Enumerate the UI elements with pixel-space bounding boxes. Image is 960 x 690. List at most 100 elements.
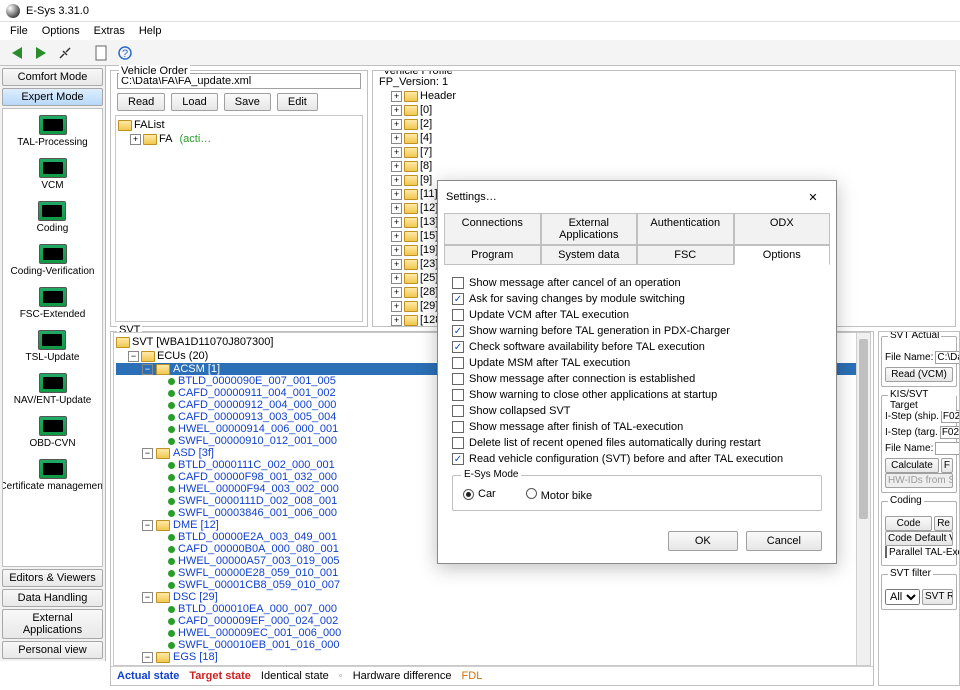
expand-icon[interactable]: + — [391, 105, 402, 116]
close-icon[interactable]: ✕ — [798, 187, 828, 207]
collapse-icon[interactable]: − — [142, 520, 153, 531]
read-vcm-button[interactable]: Read (VCM) — [885, 367, 953, 382]
expand-icon[interactable]: + — [391, 133, 402, 144]
menu-file[interactable]: File — [4, 24, 34, 38]
sidebar-item-nav-ent-update[interactable]: NAV/ENT-Update — [14, 373, 92, 406]
sidebar-data-handling[interactable]: Data Handling — [2, 589, 103, 607]
sidebar-external-applications[interactable]: External Applications — [2, 609, 103, 639]
collapse-icon[interactable]: − — [142, 448, 153, 459]
back-button[interactable] — [6, 42, 28, 64]
vp-node[interactable]: +[2] — [379, 117, 949, 131]
ecu-item[interactable]: HWEL_000009EC_001_006_000 — [116, 627, 868, 639]
vo-save-button[interactable]: Save — [224, 93, 271, 111]
vo-load-button[interactable]: Load — [171, 93, 217, 111]
ecu-item[interactable]: SWFL_000010EB_001_016_000 — [116, 639, 868, 651]
vp-node[interactable]: +Header — [379, 89, 949, 103]
ecu-item[interactable]: SWFL_00000E28_059_010_001 — [116, 567, 868, 579]
option-checkbox-9[interactable] — [452, 421, 464, 433]
tab-odx[interactable]: ODX — [734, 213, 831, 245]
expand-icon[interactable]: + — [391, 119, 402, 130]
code-default-button[interactable]: Code Default V — [885, 531, 953, 546]
vo-edit-button[interactable]: Edit — [277, 93, 318, 111]
ecu-item[interactable]: SWFL_00001CB8_059_010_007 — [116, 579, 868, 591]
option-checkbox-11[interactable] — [452, 453, 464, 465]
mode-radio-motor-bike[interactable] — [526, 488, 537, 499]
ok-button[interactable]: OK — [668, 531, 738, 551]
menu-options[interactable]: Options — [36, 24, 86, 38]
sidebar-item-coding-verification[interactable]: Coding-Verification — [11, 244, 95, 277]
expand-icon[interactable]: + — [391, 287, 402, 298]
sidebar-comfort-mode[interactable]: Comfort Mode — [2, 68, 103, 86]
expand-icon[interactable]: + — [391, 91, 402, 102]
vp-root[interactable]: FP_Version: 1 — [379, 75, 949, 89]
option-checkbox-2[interactable] — [452, 309, 464, 321]
ecu-group[interactable]: −DSC [29] — [116, 591, 868, 603]
vp-node[interactable]: +[0] — [379, 103, 949, 117]
option-checkbox-6[interactable] — [452, 373, 464, 385]
tab-authentication[interactable]: Authentication — [637, 213, 734, 245]
svt-actual-filename-input[interactable] — [935, 351, 960, 364]
f-button[interactable]: F — [941, 458, 953, 473]
expand-icon[interactable]: + — [391, 217, 402, 228]
tab-system-data[interactable]: System data — [541, 245, 638, 265]
option-checkbox-5[interactable] — [452, 357, 464, 369]
vp-node[interactable]: +[4] — [379, 131, 949, 145]
sidebar-expert-mode[interactable]: Expert Mode — [2, 88, 103, 106]
sidebar-item-certificate-management[interactable]: Certificate management — [2, 459, 103, 492]
expand-icon[interactable]: + — [391, 273, 402, 284]
menu-extras[interactable]: Extras — [88, 24, 131, 38]
expand-icon[interactable]: + — [391, 161, 402, 172]
expand-icon[interactable]: + — [391, 175, 402, 186]
menu-help[interactable]: Help — [133, 24, 168, 38]
tab-program[interactable]: Program — [444, 245, 541, 265]
ecu-item[interactable]: CAFD_000009EF_000_024_002 — [116, 615, 868, 627]
vo-read-button[interactable]: Read — [117, 93, 165, 111]
svt-filter-select[interactable]: All — [885, 589, 920, 605]
option-checkbox-7[interactable] — [452, 389, 464, 401]
re-button[interactable]: Re — [934, 516, 953, 531]
expand-icon[interactable]: + — [391, 315, 402, 326]
parallel-tal-checkbox[interactable] — [885, 546, 887, 558]
option-checkbox-4[interactable] — [452, 341, 464, 353]
ecu-group[interactable]: −EGS [18] — [116, 651, 868, 663]
sidebar-item-vcm[interactable]: VCM — [39, 158, 67, 191]
istep-targ-input[interactable] — [940, 426, 960, 439]
collapse-icon[interactable]: − — [142, 364, 153, 375]
kis-filename-input[interactable] — [935, 442, 960, 455]
option-checkbox-3[interactable] — [452, 325, 464, 337]
tab-fsc[interactable]: FSC — [637, 245, 734, 265]
collapse-icon[interactable]: − — [128, 351, 139, 362]
mode-radio-car[interactable] — [463, 489, 474, 500]
option-checkbox-0[interactable] — [452, 277, 464, 289]
collapse-icon[interactable]: − — [142, 592, 153, 603]
option-checkbox-8[interactable] — [452, 405, 464, 417]
connect-button[interactable] — [54, 42, 76, 64]
expand-icon[interactable]: + — [391, 203, 402, 214]
code-button[interactable]: Code — [885, 516, 932, 531]
expand-icon[interactable]: + — [391, 301, 402, 312]
sidebar-item-fsc-extended[interactable]: FSC-Extended — [20, 287, 86, 320]
fa-tree[interactable]: FAList +FA (acti… — [115, 115, 363, 322]
expand-icon[interactable]: + — [391, 245, 402, 256]
sidebar-item-coding[interactable]: Coding — [37, 201, 69, 234]
tab-connections[interactable]: Connections — [444, 213, 541, 245]
expand-icon[interactable]: + — [130, 134, 141, 145]
sidebar-item-obd-cvn[interactable]: OBD-CVN — [29, 416, 75, 449]
calculate-button[interactable]: Calculate — [885, 458, 939, 473]
sidebar-personal-view[interactable]: Personal view — [2, 641, 103, 659]
expand-icon[interactable]: + — [391, 189, 402, 200]
expand-icon[interactable]: + — [391, 147, 402, 158]
forward-button[interactable] — [30, 42, 52, 64]
ecu-item[interactable]: BTLD_000010EA_000_007_000 — [116, 603, 868, 615]
sidebar-item-tsl-update[interactable]: TSL-Update — [26, 330, 80, 363]
help-button[interactable]: ? — [114, 42, 136, 64]
sidebar-editors-viewers[interactable]: Editors & Viewers — [2, 569, 103, 587]
cancel-button[interactable]: Cancel — [746, 531, 822, 551]
new-file-button[interactable] — [90, 42, 112, 64]
option-checkbox-10[interactable] — [452, 437, 464, 449]
sidebar-item-tal-processing[interactable]: TAL-Processing — [17, 115, 87, 148]
istep-ship-input[interactable] — [941, 410, 960, 423]
expand-icon[interactable]: + — [391, 231, 402, 242]
svt-reset-button[interactable]: SVT Re — [922, 589, 953, 605]
svt-scrollbar[interactable] — [856, 333, 870, 665]
